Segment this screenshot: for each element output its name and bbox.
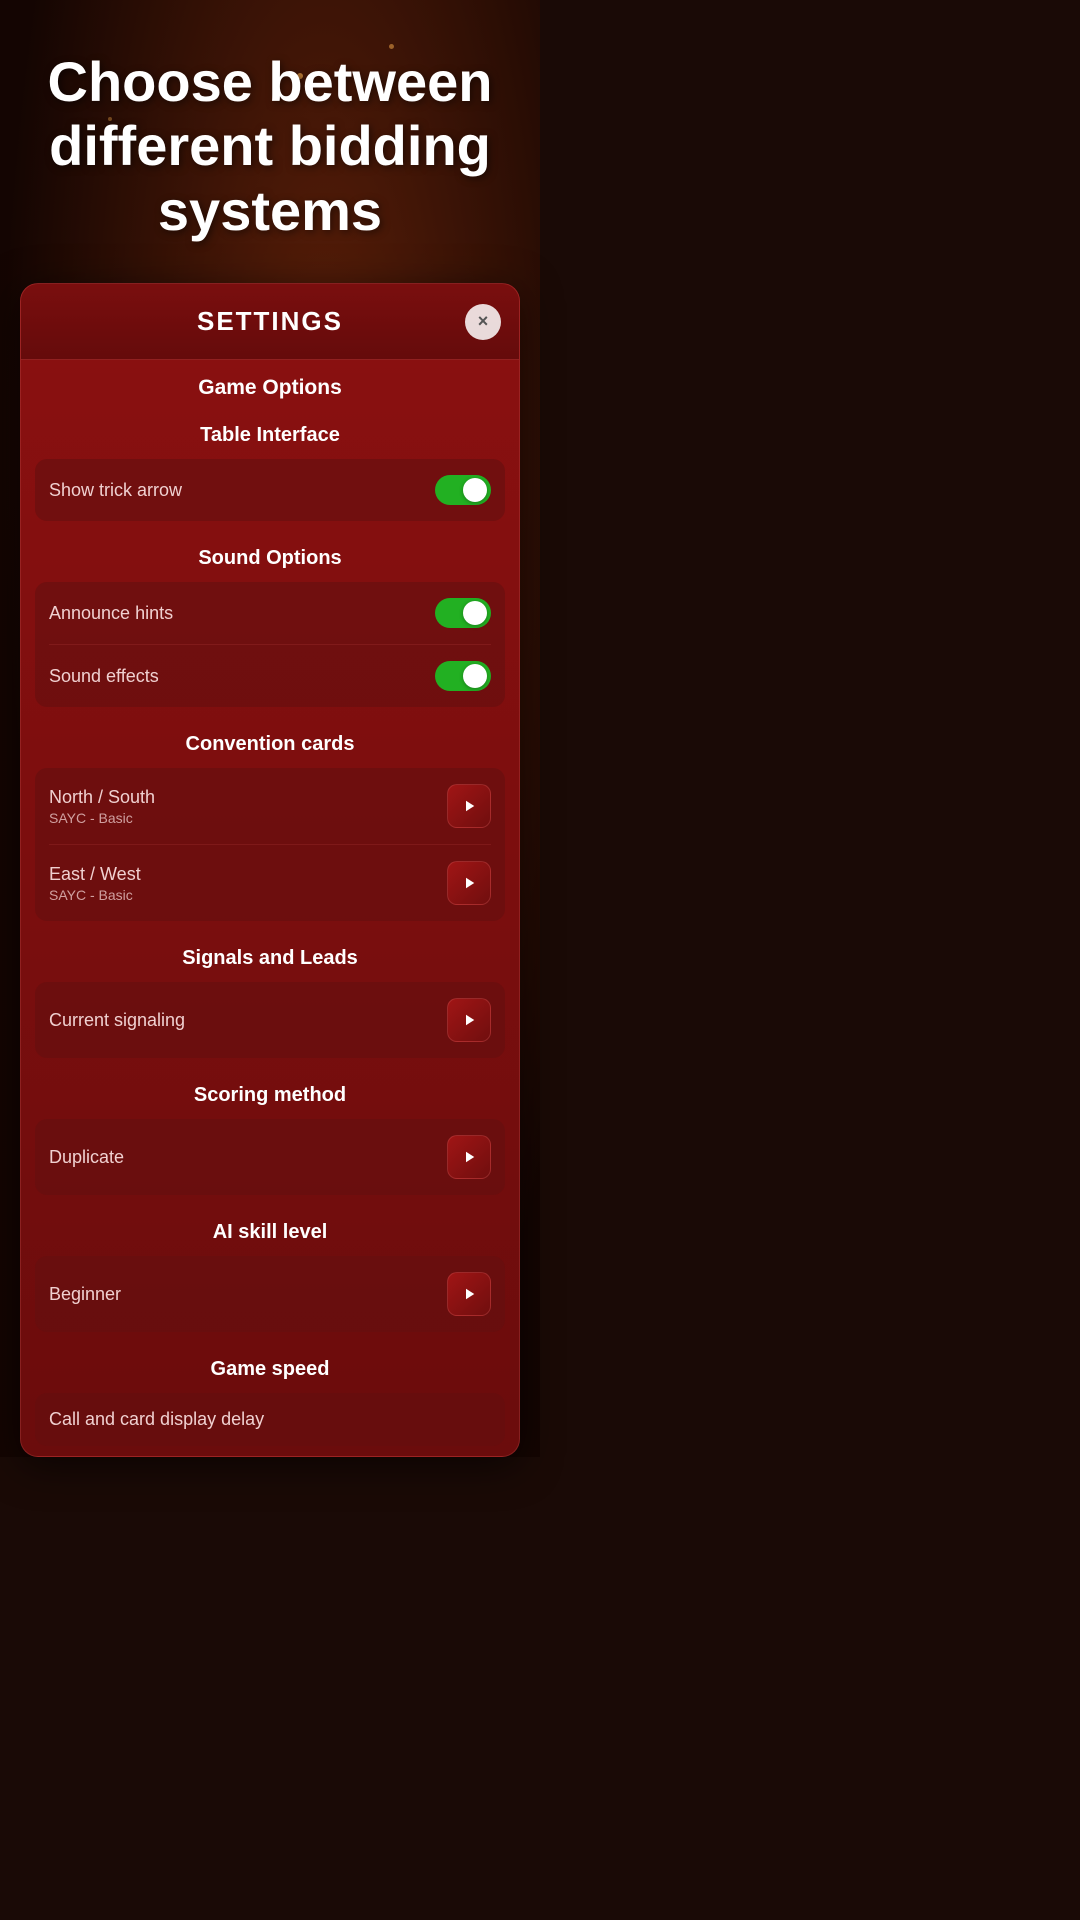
ai-skill-header: AI skill level	[21, 1205, 519, 1256]
ai-skill-inner: Beginner	[35, 1256, 505, 1332]
north-south-sublabel: SAYC - Basic	[49, 810, 155, 826]
convention-cards-header: Convention cards	[21, 717, 519, 768]
duplicate-label: Duplicate	[49, 1147, 124, 1168]
east-west-arrow-button[interactable]	[447, 861, 491, 905]
north-south-labels: North / South SAYC - Basic	[49, 787, 155, 826]
current-signaling-row: Current signaling	[49, 982, 491, 1058]
announce-hints-toggle[interactable]	[435, 598, 491, 628]
duplicate-row: Duplicate	[49, 1119, 491, 1195]
current-signaling-arrow-button[interactable]	[447, 998, 491, 1042]
sound-effects-label: Sound effects	[49, 666, 159, 687]
modal-title: SETTINGS	[197, 306, 343, 337]
announce-hints-label: Announce hints	[49, 603, 173, 624]
show-trick-arrow-label: Show trick arrow	[49, 480, 182, 501]
east-west-row: East / West SAYC - Basic	[49, 845, 491, 921]
sound-effects-row: Sound effects	[49, 645, 491, 707]
duplicate-arrow-button[interactable]	[447, 1135, 491, 1179]
signals-leads-inner: Current signaling	[35, 982, 505, 1058]
east-west-sublabel: SAYC - Basic	[49, 887, 141, 903]
convention-cards-section: Convention cards North / South SAYC - Ba…	[21, 717, 519, 921]
beginner-row: Beginner	[49, 1256, 491, 1332]
current-signaling-label: Current signaling	[49, 1010, 185, 1031]
sound-options-section: Sound Options Announce hints Sound effec…	[21, 531, 519, 707]
game-speed-header: Game speed	[21, 1342, 519, 1393]
hero-section: Choose between different bidding systems	[0, 0, 540, 273]
play-icon	[460, 1285, 478, 1303]
north-south-label: North / South	[49, 787, 155, 808]
play-icon	[460, 874, 478, 892]
table-interface-header: Table Interface	[21, 408, 519, 459]
ai-skill-section: AI skill level Beginner	[21, 1205, 519, 1332]
game-options-header: Game Options	[21, 360, 519, 408]
call-card-delay-row: Call and card display delay	[49, 1393, 491, 1446]
close-icon: ×	[478, 311, 489, 332]
call-card-delay-label: Call and card display delay	[49, 1409, 264, 1430]
hero-title: Choose between different bidding systems	[40, 50, 500, 243]
east-west-label: East / West	[49, 864, 141, 885]
signals-leads-header: Signals and Leads	[21, 931, 519, 982]
beginner-label: Beginner	[49, 1284, 121, 1305]
play-icon	[460, 1148, 478, 1166]
sound-options-header: Sound Options	[21, 531, 519, 582]
scoring-method-header: Scoring method	[21, 1068, 519, 1119]
scoring-method-inner: Duplicate	[35, 1119, 505, 1195]
north-south-arrow-button[interactable]	[447, 784, 491, 828]
east-west-labels: East / West SAYC - Basic	[49, 864, 141, 903]
game-speed-inner: Call and card display delay	[35, 1393, 505, 1446]
play-icon	[460, 797, 478, 815]
sound-options-inner: Announce hints Sound effects	[35, 582, 505, 707]
convention-cards-inner: North / South SAYC - Basic East / West S…	[35, 768, 505, 921]
north-south-row: North / South SAYC - Basic	[49, 768, 491, 845]
show-trick-arrow-row: Show trick arrow	[49, 459, 491, 521]
game-speed-section: Game speed Call and card display delay	[21, 1342, 519, 1446]
scoring-method-section: Scoring method Duplicate	[21, 1068, 519, 1195]
announce-hints-row: Announce hints	[49, 582, 491, 645]
close-button[interactable]: ×	[465, 304, 501, 340]
beginner-arrow-button[interactable]	[447, 1272, 491, 1316]
play-icon	[460, 1011, 478, 1029]
table-interface-inner: Show trick arrow	[35, 459, 505, 521]
show-trick-arrow-toggle[interactable]	[435, 475, 491, 505]
modal-header: SETTINGS ×	[21, 284, 519, 360]
table-interface-section: Table Interface Show trick arrow	[21, 408, 519, 521]
settings-modal: SETTINGS × Game Options Table Interface …	[20, 283, 520, 1457]
signals-leads-section: Signals and Leads Current signaling	[21, 931, 519, 1058]
sound-effects-toggle[interactable]	[435, 661, 491, 691]
